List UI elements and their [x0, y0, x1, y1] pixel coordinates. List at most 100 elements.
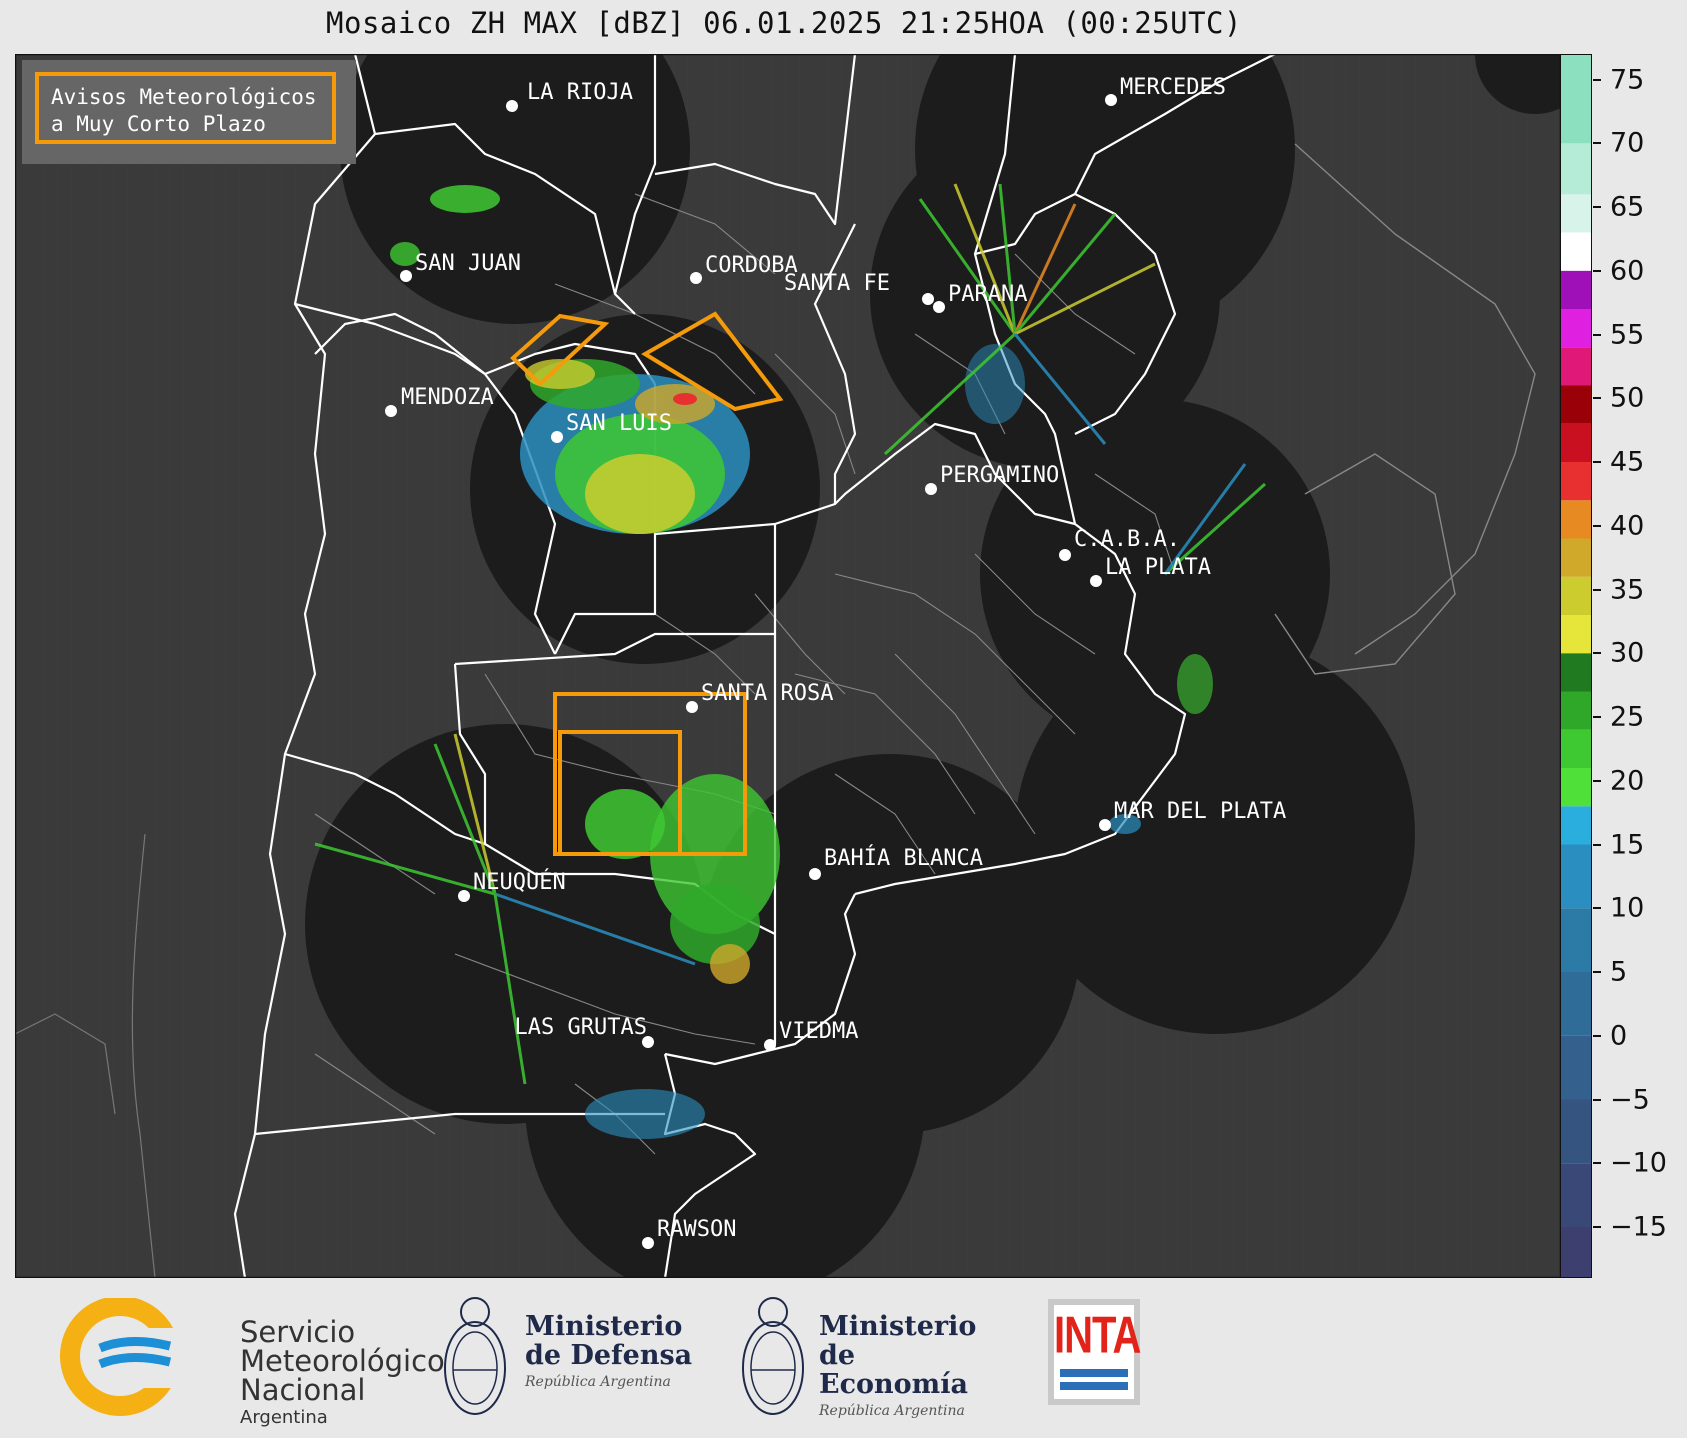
- colorbar-band: [1560, 270, 1592, 309]
- economia-line-2: de Economía: [819, 1340, 968, 1400]
- colorbar-band: [1560, 462, 1592, 501]
- colorbar-tick-label: 0: [1610, 1020, 1628, 1052]
- map-title: Mosaico ZH MAX [dBZ] 06.01.2025 21:25HOA…: [326, 6, 1242, 40]
- colorbar-tick-mark: [1593, 716, 1601, 718]
- echo-cluster: [585, 1089, 705, 1139]
- colorbar-tick-mark: [1593, 588, 1601, 591]
- colorbar-band: [1560, 1035, 1592, 1100]
- echo-cluster: [1177, 654, 1213, 714]
- coat-of-arms-icon: [742, 1297, 804, 1415]
- colorbar-band: [1560, 232, 1592, 271]
- city-dot: [925, 483, 937, 495]
- colorbar-tick-mark: [1593, 1226, 1601, 1228]
- city-dot: [400, 270, 412, 282]
- colorbar: [1560, 54, 1592, 1278]
- colorbar-band: [1560, 806, 1592, 845]
- colorbar-tick-label: 15: [1610, 829, 1645, 860]
- colorbar-tick-label: 35: [1610, 574, 1645, 605]
- city-label: LA PLATA: [1105, 555, 1211, 580]
- city-dot: [642, 1237, 654, 1249]
- colorbar-tick-label: 5: [1610, 956, 1628, 988]
- colorbar-band: [1560, 194, 1592, 233]
- inta-wordmark: INTA: [1054, 1307, 1141, 1365]
- legend-line-2: a Muy Corto Plazo: [51, 112, 266, 136]
- colorbar-tick-label: 55: [1610, 319, 1645, 350]
- city-label: PARANA: [948, 282, 1027, 307]
- city-dot: [1059, 549, 1071, 561]
- defensa-country: República Argentina: [525, 1374, 671, 1390]
- colorbar-band: [1560, 729, 1592, 768]
- logo-footer: Servicio Meteorológico Nacional Argentin…: [0, 1278, 1687, 1438]
- economia-logo: Ministerio de Economía República Argenti…: [733, 1290, 1013, 1425]
- city-label: SAN JUAN: [415, 251, 521, 276]
- city-dot: [385, 405, 397, 417]
- colorbar-band: [1560, 615, 1592, 654]
- colorbar-band: [1560, 1163, 1592, 1227]
- colorbar-band: [1560, 54, 1592, 144]
- colorbar-tick-label: 20: [1610, 765, 1645, 797]
- city-label: RAWSON: [657, 1217, 736, 1242]
- city-dot: [809, 868, 821, 880]
- colorbar-band: [1560, 691, 1592, 730]
- colorbar-band: [1560, 972, 1592, 1036]
- colorbar-tick-mark: [1593, 652, 1601, 655]
- colorbar-tick-label: 30: [1610, 637, 1645, 669]
- colorbar-tick-mark: [1593, 907, 1601, 910]
- city-label: LAS GRUTAS: [515, 1015, 647, 1040]
- smn-logo: Servicio Meteorológico Nacional Argentin…: [60, 1298, 480, 1428]
- echo-cluster: [430, 185, 500, 213]
- defensa-line-2: de Defensa: [525, 1340, 693, 1371]
- smn-emblem-icon: [60, 1298, 180, 1416]
- colorbar-tick-mark: [1593, 333, 1601, 336]
- coat-of-arms-icon: [444, 1297, 506, 1415]
- colorbar-tick-label: −5: [1610, 1084, 1650, 1115]
- colorbar-tick-label: 10: [1610, 892, 1645, 924]
- radar-map[interactable]: LA RIOJA SAN JUAN CORDOBA SANTA FE PARANA MER…: [15, 54, 1561, 1278]
- warnings-legend: Avisos Meteorológicos a Muy Corto Plazo: [22, 60, 356, 164]
- colorbar-tick-mark: [1593, 206, 1601, 208]
- colorbar-band: [1560, 768, 1592, 807]
- colorbar-band: [1560, 653, 1592, 692]
- colorbar-tick-label: 60: [1610, 255, 1645, 287]
- warnings-legend-frame: Avisos Meteorológicos a Muy Corto Plazo: [35, 72, 336, 144]
- city-label: NEUQUÉN: [473, 869, 566, 895]
- colorbar-band: [1560, 309, 1592, 348]
- colorbar-tick-mark: [1593, 1098, 1601, 1101]
- city-dot: [1105, 94, 1117, 106]
- economia-country: República Argentina: [819, 1403, 965, 1419]
- colorbar-tick-mark: [1593, 1162, 1601, 1165]
- smn-line-1: Servicio: [240, 1315, 356, 1349]
- colorbar-tick-mark: [1593, 397, 1601, 400]
- colorbar-band: [1560, 423, 1592, 462]
- colorbar-tick-label: −15: [1610, 1211, 1667, 1243]
- colorbar-tick-mark: [1593, 78, 1601, 81]
- city-dot: [922, 293, 934, 305]
- city-dot: [458, 890, 470, 902]
- colorbar-tick-label: 25: [1610, 701, 1645, 733]
- city-label: SANTA FE: [784, 271, 890, 296]
- city-label: LA RIOJA: [527, 80, 633, 105]
- echo-cluster: [673, 393, 697, 405]
- city-label: MENDOZA: [401, 385, 494, 410]
- colorbar-band: [1560, 500, 1592, 539]
- city-label: VIEDMA: [779, 1019, 858, 1044]
- colorbar-band: [1560, 844, 1592, 909]
- city-label: MERCEDES: [1120, 75, 1226, 100]
- smn-country: Argentina: [240, 1407, 328, 1428]
- defensa-line-1: Ministerio: [525, 1311, 683, 1342]
- echo-cluster: [585, 454, 695, 534]
- colorbar-band: [1560, 143, 1592, 195]
- city-dot: [1099, 819, 1111, 831]
- city-dot: [551, 431, 563, 443]
- colorbar-tick-mark: [1593, 142, 1601, 145]
- colorbar-tick-label: 40: [1610, 510, 1645, 542]
- colorbar-tick-label: 70: [1610, 127, 1645, 159]
- colorbar-band: [1560, 385, 1592, 424]
- colorbar-band: [1560, 1099, 1592, 1164]
- colorbar-tick-label: 65: [1610, 191, 1645, 223]
- colorbar-tick-mark: [1593, 843, 1601, 846]
- colorbar-tick-mark: [1593, 779, 1601, 782]
- city-label: SAN LUIS: [566, 411, 672, 436]
- city-dot: [690, 272, 702, 284]
- colorbar-band: [1560, 576, 1592, 615]
